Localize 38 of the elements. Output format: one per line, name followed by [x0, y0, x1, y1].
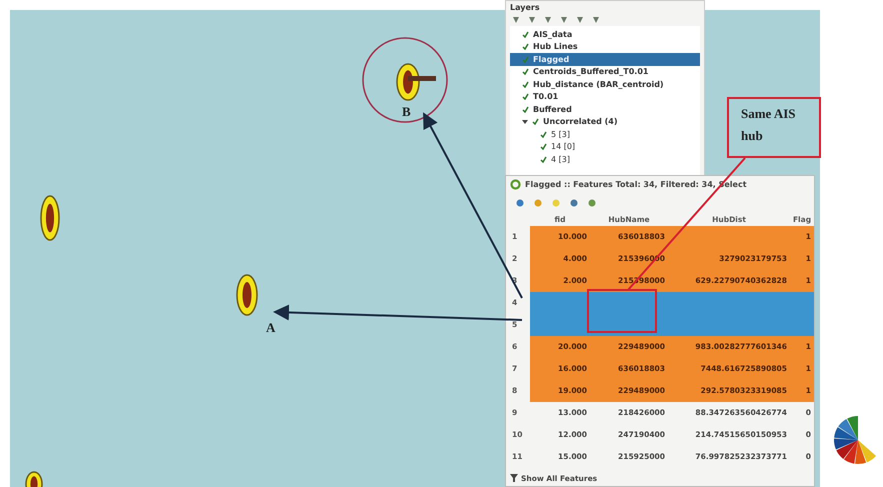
- checkbox[interactable]: [540, 156, 547, 163]
- checkbox[interactable]: [522, 68, 529, 76]
- point-label: A: [266, 320, 276, 336]
- app-logo-icon: [510, 178, 521, 190]
- checkbox[interactable]: [522, 30, 529, 38]
- toolbar-icon[interactable]: [516, 199, 524, 207]
- layer-item[interactable]: Uncorrelated (4): [510, 116, 700, 128]
- expand-arrow-icon[interactable]: [522, 118, 528, 125]
- checkbox[interactable]: [522, 43, 529, 50]
- checkbox[interactable]: [540, 143, 547, 150]
- vessel-cluster-icon: [40, 195, 60, 241]
- layer-item[interactable]: Flagged: [510, 53, 700, 66]
- layer-item[interactable]: Buffered: [510, 103, 700, 116]
- panel-title: Layers: [509, 2, 541, 14]
- checkbox[interactable]: [540, 130, 547, 138]
- highlight-rectangle: [587, 289, 657, 333]
- checkbox[interactable]: [522, 80, 529, 88]
- layer-item[interactable]: Centroids_Buffered_T0.01: [510, 66, 700, 78]
- vessel-cluster-icon: [25, 471, 43, 487]
- layer-item[interactable]: 4 [3]: [510, 153, 700, 166]
- toolbar-icon[interactable]: [570, 199, 578, 207]
- layer-item[interactable]: T0.01: [510, 90, 700, 103]
- callout-box: Same AIS hub: [727, 97, 821, 158]
- checkbox[interactable]: [522, 93, 529, 100]
- vessel-cluster-icon: [236, 274, 258, 316]
- point-label: B: [402, 104, 411, 120]
- layer-item[interactable]: 5 [3]: [510, 128, 700, 140]
- layer-item[interactable]: Hub Lines: [510, 40, 700, 53]
- vessel-cluster-icon: [396, 63, 436, 101]
- toolbar-icon[interactable]: [588, 199, 596, 207]
- checkbox[interactable]: [532, 118, 539, 126]
- layer-item[interactable]: AIS_data: [510, 28, 700, 40]
- logo-drawing: [834, 416, 876, 464]
- layer-item[interactable]: Hub_distance (BAR_centroid): [510, 78, 700, 90]
- filter-icon[interactable]: [510, 474, 518, 482]
- checkbox[interactable]: [522, 56, 529, 63]
- checkbox[interactable]: [522, 106, 529, 113]
- layer-item[interactable]: 14 [0]: [510, 140, 700, 153]
